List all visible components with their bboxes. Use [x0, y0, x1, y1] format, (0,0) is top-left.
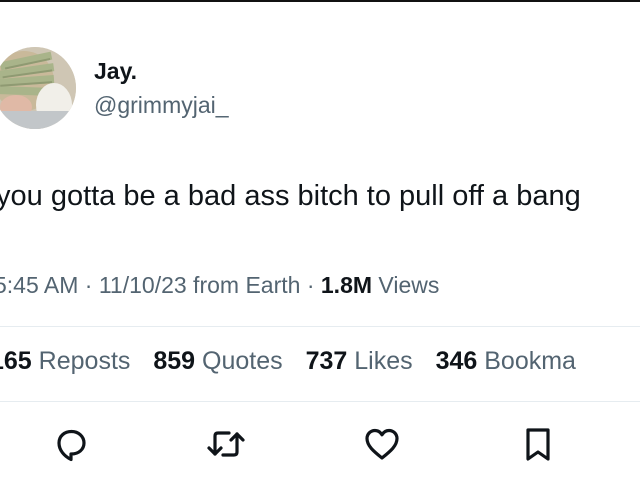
bookmarks-count: 346 [435, 347, 478, 375]
meta-separator: · [78, 272, 99, 298]
tweet-date[interactable]: 11/10/23 [99, 272, 187, 298]
views-count[interactable]: 1.8M [321, 272, 372, 298]
quotes-label: Quotes [202, 347, 283, 375]
divider [0, 326, 640, 327]
bookmarks-label: Bookma [484, 347, 576, 375]
reply-icon [57, 429, 86, 462]
reposts-label: Reposts [38, 347, 131, 375]
divider [0, 401, 640, 402]
quotes-count: 859 [153, 347, 196, 375]
meta-separator: · [300, 272, 321, 298]
tweet-text: you gotta be a bad ass bitch to pull off… [0, 180, 581, 212]
tweet-time[interactable]: 5:45 AM [0, 272, 78, 298]
likes-label: Likes [354, 347, 413, 375]
engagement-stats: 165 Reposts 859 Quotes 737 Likes 346 Boo… [0, 347, 592, 376]
top-border [0, 0, 640, 2]
stat-reposts[interactable]: 165 Reposts [0, 347, 130, 375]
stat-quotes[interactable]: 859 Quotes [153, 347, 282, 375]
tweet-screenshot: Jay. @grimmyjai_ you gotta be a bad ass … [0, 0, 640, 480]
user-handle[interactable]: @grimmyjai_ [94, 92, 229, 119]
bookmark-button[interactable] [516, 422, 560, 466]
reposts-count: 165 [0, 347, 32, 375]
stat-bookmarks[interactable]: 346 Bookma [436, 347, 576, 375]
bookmark-icon [526, 428, 550, 461]
views-label[interactable]: Views [372, 272, 439, 298]
avatar[interactable] [0, 47, 76, 129]
likes-count: 737 [305, 347, 348, 375]
heart-icon [365, 428, 399, 460]
stat-likes[interactable]: 737 Likes [306, 347, 413, 375]
display-name[interactable]: Jay. [94, 58, 137, 85]
reply-button[interactable] [49, 422, 93, 466]
like-button[interactable] [360, 422, 404, 466]
tweet-meta: 5:45 AM · 11/10/23 from Earth · 1.8M Vie… [0, 272, 439, 299]
repost-button[interactable] [204, 422, 248, 466]
repost-icon [207, 431, 245, 457]
tweet-source: from Earth [186, 272, 301, 298]
avatar-photo [0, 47, 76, 129]
